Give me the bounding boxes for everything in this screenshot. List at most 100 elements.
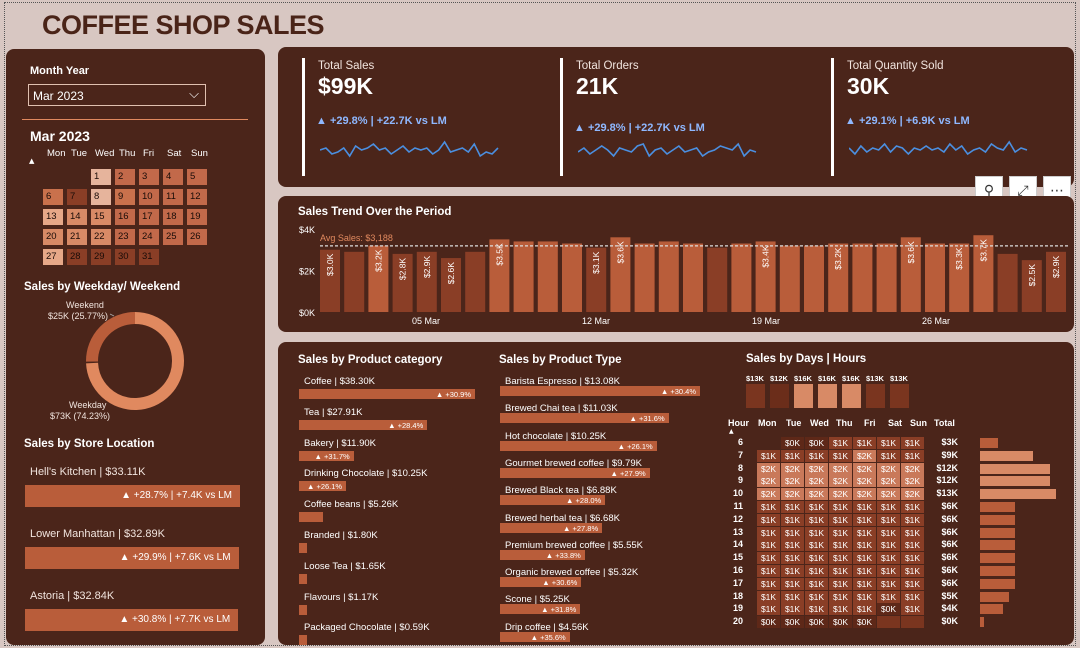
heatmap-cell[interactable]: $2K <box>901 475 924 488</box>
calendar-date[interactable]: 8 <box>91 189 111 205</box>
calendar-date[interactable]: 11 <box>163 189 183 205</box>
trend-bar[interactable] <box>731 243 752 312</box>
heatmap-cell[interactable]: $2K <box>853 475 876 488</box>
trend-bar[interactable] <box>804 245 824 312</box>
calendar-date[interactable]: 21 <box>67 229 87 245</box>
day-total-cell[interactable] <box>746 384 765 408</box>
heatmap-cell[interactable]: $2K <box>901 488 924 501</box>
calendar-date[interactable]: 29 <box>91 249 111 265</box>
hour-total-bar[interactable] <box>980 438 998 448</box>
heatmap-cell[interactable]: $1K <box>877 539 900 552</box>
type-bar[interactable]: ▲ +35.6% <box>500 631 570 642</box>
calendar-date[interactable]: 25 <box>163 229 183 245</box>
category-bar[interactable] <box>299 573 307 584</box>
heatmap-cell[interactable]: $1K <box>781 565 804 577</box>
heatmap-cell[interactable]: $0K <box>829 616 852 629</box>
heatmap-cell[interactable]: $1K <box>781 577 804 590</box>
day-total-cell[interactable] <box>890 384 909 408</box>
heatmap-cell[interactable]: $1K <box>829 449 852 462</box>
category-bar[interactable] <box>299 635 307 646</box>
heatmap-cell[interactable]: $1K <box>781 501 804 513</box>
heatmap-cell[interactable]: $1K <box>853 565 876 577</box>
hour-total-bar[interactable] <box>980 514 1016 525</box>
hour-total-bar[interactable] <box>980 591 1010 602</box>
heatmap-cell[interactable]: $1K <box>757 513 780 526</box>
heatmap-cell[interactable]: $2K <box>877 488 900 501</box>
heatmap-cell[interactable]: $2K <box>781 462 804 475</box>
heatmap-cell[interactable]: $2K <box>805 475 828 488</box>
heatmap-cell[interactable]: $1K <box>901 552 924 565</box>
heatmap-cell[interactable]: $1K <box>781 552 804 565</box>
hour-total-bar[interactable] <box>980 553 1016 564</box>
heatmap-cell[interactable]: $0K <box>781 616 804 629</box>
heatmap-cell[interactable]: $1K <box>853 513 876 526</box>
type-bar[interactable]: ▲ +31.6% <box>500 413 669 424</box>
heatmap-cell[interactable]: $1K <box>805 565 828 577</box>
hour-total-bar[interactable] <box>980 578 1016 589</box>
heatmap-cell[interactable]: $1K <box>805 513 828 526</box>
calendar-date[interactable]: 4 <box>163 169 183 185</box>
heatmap-cell[interactable]: $2K <box>757 462 780 475</box>
calendar-date[interactable]: 5 <box>187 169 207 185</box>
heatmap-cell[interactable]: $1K <box>877 501 900 513</box>
hour-total-bar[interactable] <box>980 463 1051 474</box>
heatmap-cell[interactable]: $1K <box>877 526 900 539</box>
day-total-cell[interactable] <box>770 384 789 408</box>
calendar-date[interactable]: 31 <box>139 249 159 265</box>
trend-bar[interactable] <box>344 251 365 312</box>
calendar-date[interactable]: 28 <box>67 249 87 265</box>
calendar-date[interactable]: 2 <box>115 169 135 185</box>
type-bar[interactable]: ▲ +27.9% <box>500 467 650 478</box>
calendar-date[interactable]: 30 <box>115 249 135 265</box>
calendar-date[interactable]: 7 <box>67 189 87 205</box>
trend-bar[interactable] <box>562 243 582 312</box>
heatmap-cell[interactable]: $1K <box>877 565 900 577</box>
store-bar[interactable]: ▲ +30.8% | +7.7K vs LM <box>25 609 239 631</box>
heatmap-cell[interactable]: $1K <box>853 577 876 590</box>
calendar-date[interactable]: 23 <box>115 229 135 245</box>
heatmap-cell[interactable]: $1K <box>829 501 852 513</box>
type-bar[interactable]: ▲ +33.8% <box>500 549 585 560</box>
heatmap-cell[interactable]: $1K <box>901 526 924 539</box>
month-year-select[interactable]: Mar 2023 ⌵ <box>28 84 206 106</box>
heatmap-cell[interactable]: $2K <box>805 488 828 501</box>
heatmap-cell[interactable]: $2K <box>757 488 780 501</box>
heatmap-cell[interactable]: $1K <box>901 577 924 590</box>
category-bar[interactable] <box>299 543 308 553</box>
heatmap-cell[interactable]: $1K <box>781 449 804 462</box>
heatmap-cell[interactable]: $1K <box>757 590 780 603</box>
heatmap-cell[interactable]: $1K <box>877 513 900 526</box>
trend-bar[interactable] <box>779 245 800 312</box>
calendar-date[interactable]: 24 <box>139 229 159 245</box>
heatmap-cell[interactable]: $2K <box>877 475 900 488</box>
calendar-date[interactable]: 26 <box>187 229 207 245</box>
heatmap-cell[interactable]: $1K <box>829 526 852 539</box>
heatmap-cell[interactable]: $1K <box>829 539 852 552</box>
type-bar[interactable]: ▲ +27.8% <box>500 522 603 533</box>
heatmap-cell[interactable]: $1K <box>781 539 804 552</box>
category-bar[interactable]: ▲ +31.7% <box>299 450 354 461</box>
trend-bar[interactable] <box>852 243 873 312</box>
calendar-date[interactable]: 22 <box>91 229 111 245</box>
heatmap-cell[interactable]: $1K <box>853 590 876 603</box>
heatmap-cell[interactable]: $1K <box>805 552 828 565</box>
heatmap-cell[interactable]: $2K <box>781 488 804 501</box>
heatmap-cell[interactable]: $1K <box>853 603 876 616</box>
heatmap-cell[interactable]: $2K <box>901 462 924 475</box>
hour-total-bar[interactable] <box>980 566 1016 576</box>
heatmap-cell[interactable]: $1K <box>757 565 780 577</box>
heatmap-cell[interactable]: $1K <box>757 539 780 552</box>
heatmap-cell[interactable]: $0K <box>853 616 876 629</box>
heatmap-cell[interactable]: $0K <box>757 616 780 629</box>
heatmap-cell[interactable]: $2K <box>853 462 876 475</box>
heatmap-cell[interactable]: $1K <box>853 501 876 513</box>
heatmap-cell[interactable]: $1K <box>757 449 780 462</box>
heatmap-cell[interactable]: $1K <box>901 590 924 603</box>
heatmap-cell[interactable]: $1K <box>829 437 852 449</box>
heatmap-cell[interactable]: $1K <box>901 539 924 552</box>
hour-total-bar[interactable] <box>980 540 1016 551</box>
heatmap-cell[interactable]: $1K <box>901 513 924 526</box>
heatmap-cell[interactable]: $1K <box>901 501 924 513</box>
hour-total-bar[interactable] <box>980 476 1051 487</box>
heatmap-cell[interactable]: $1K <box>901 603 924 616</box>
